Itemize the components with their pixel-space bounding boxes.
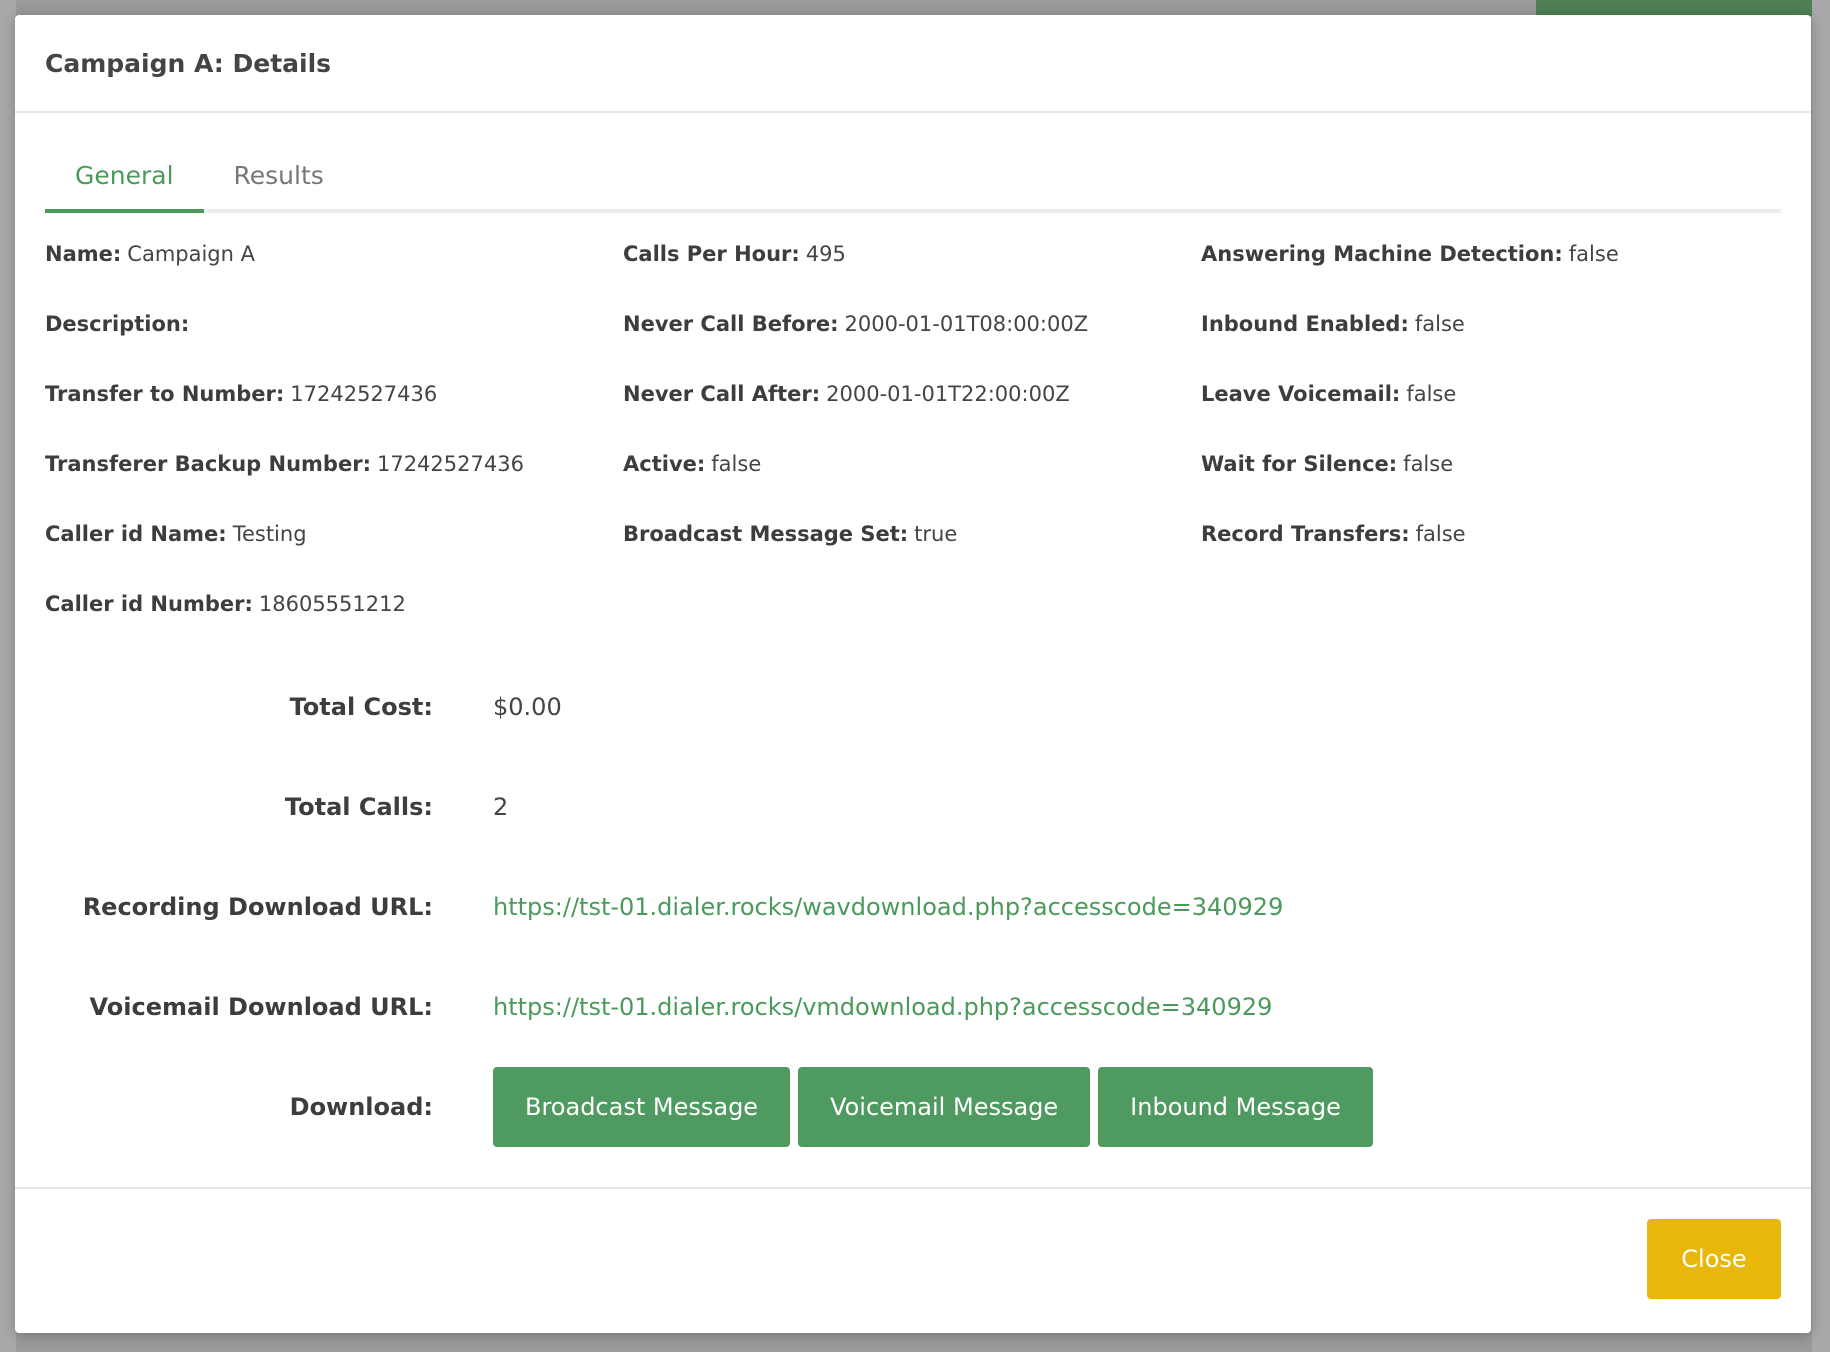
modal-header: Campaign A: Details: [15, 15, 1811, 113]
detail-calls-per-hour: Calls Per Hour: 495: [623, 219, 1201, 289]
detail-transferer-backup-number: Transferer Backup Number: 17242527436: [45, 429, 623, 499]
detail-label: Inbound Enabled:: [1201, 312, 1409, 336]
broadcast-message-button[interactable]: Broadcast Message: [493, 1067, 791, 1147]
detail-label: Never Call Before:: [623, 312, 839, 336]
detail-wait-for-silence: Wait for Silence: false: [1201, 429, 1779, 499]
detail-value: true: [914, 522, 958, 546]
detail-value: false: [1415, 522, 1466, 546]
total-cost-value: $0.00: [493, 693, 562, 721]
empty-cell: [1201, 569, 1779, 639]
detail-value: 17242527436: [290, 382, 438, 406]
detail-label: Calls Per Hour:: [623, 242, 800, 266]
close-button[interactable]: Close: [1647, 1219, 1781, 1299]
detail-label: Description:: [45, 312, 190, 336]
tab-bar: General Results: [45, 141, 1781, 213]
detail-label: Transferer Backup Number:: [45, 452, 371, 476]
detail-never-call-before: Never Call Before: 2000-01-01T08:00:00Z: [623, 289, 1201, 359]
detail-inbound-enabled: Inbound Enabled: false: [1201, 289, 1779, 359]
detail-label: Wait for Silence:: [1201, 452, 1398, 476]
total-calls-label: Total Calls:: [284, 793, 433, 821]
download-buttons: Broadcast Message Voicemail Message Inbo…: [493, 1067, 1373, 1147]
tab-general[interactable]: General: [45, 141, 204, 213]
detail-value: Campaign A: [127, 242, 255, 266]
detail-label: Active:: [623, 452, 706, 476]
modal-footer: Close: [15, 1187, 1811, 1333]
modal-title: Campaign A: Details: [45, 48, 332, 78]
detail-description: Description:: [45, 289, 623, 359]
summary-section: Total Cost: $0.00 Total Calls: 2 Recordi…: [15, 657, 1811, 1157]
detail-caller-id-name: Caller id Name: Testing: [45, 499, 623, 569]
detail-value: 495: [805, 242, 846, 266]
inbound-message-button[interactable]: Inbound Message: [1098, 1067, 1373, 1147]
voicemail-url-label: Voicemail Download URL:: [89, 993, 433, 1021]
detail-value: 2000-01-01T08:00:00Z: [844, 312, 1089, 336]
detail-answering-machine-detection: Answering Machine Detection: false: [1201, 219, 1779, 289]
download-row: Download: Broadcast Message Voicemail Me…: [15, 1057, 1811, 1157]
total-calls-row: Total Calls: 2: [15, 757, 1811, 857]
detail-value: false: [1406, 382, 1457, 406]
voicemail-message-button[interactable]: Voicemail Message: [798, 1067, 1091, 1147]
detail-label: Transfer to Number:: [45, 382, 285, 406]
background-left-panel: [0, 0, 16, 1352]
detail-name: Name: Campaign A: [45, 219, 623, 289]
recording-url-label: Recording Download URL:: [82, 893, 433, 921]
detail-value: false: [1414, 312, 1465, 336]
recording-download-link[interactable]: https://tst-01.dialer.rocks/wavdownload.…: [493, 893, 1283, 921]
detail-value: 17242527436: [376, 452, 524, 476]
detail-value: Testing: [232, 522, 307, 546]
campaign-details-modal: Campaign A: Details General Results Name…: [15, 15, 1811, 1333]
detail-value: false: [711, 452, 762, 476]
background-right-panel: [1812, 0, 1830, 1352]
detail-label: Caller id Name:: [45, 522, 227, 546]
detail-never-call-after: Never Call After: 2000-01-01T22:00:00Z: [623, 359, 1201, 429]
download-label: Download:: [289, 1093, 433, 1121]
detail-label: Never Call After:: [623, 382, 821, 406]
details-grid: Name: Campaign A Calls Per Hour: 495 Answe…: [45, 219, 1781, 639]
total-calls-value: 2: [493, 793, 509, 821]
total-cost-row: Total Cost: $0.00: [15, 657, 1811, 757]
detail-record-transfers: Record Transfers: false: [1201, 499, 1779, 569]
detail-value: 18605551212: [258, 592, 406, 616]
detail-value: false: [1403, 452, 1454, 476]
voicemail-download-link[interactable]: https://tst-01.dialer.rocks/vmdownload.p…: [493, 993, 1272, 1021]
detail-label: Caller id Number:: [45, 592, 253, 616]
recording-url-row: Recording Download URL: https://tst-01.d…: [15, 857, 1811, 957]
detail-leave-voicemail: Leave Voicemail: false: [1201, 359, 1779, 429]
detail-label: Answering Machine Detection:: [1201, 242, 1563, 266]
detail-transfer-to-number: Transfer to Number: 17242527436: [45, 359, 623, 429]
detail-value: 2000-01-01T22:00:00Z: [826, 382, 1070, 406]
detail-active: Active: false: [623, 429, 1201, 499]
total-cost-label: Total Cost:: [289, 693, 433, 721]
detail-broadcast-message-set: Broadcast Message Set: true: [623, 499, 1201, 569]
detail-label: Record Transfers:: [1201, 522, 1410, 546]
background-header-strip: [1536, 0, 1830, 16]
voicemail-url-row: Voicemail Download URL: https://tst-01.d…: [15, 957, 1811, 1057]
tab-results[interactable]: Results: [204, 141, 354, 209]
detail-label: Leave Voicemail:: [1201, 382, 1401, 406]
detail-label: Broadcast Message Set:: [623, 522, 909, 546]
detail-value: false: [1568, 242, 1619, 266]
detail-caller-id-number: Caller id Number: 18605551212: [45, 569, 623, 639]
detail-label: Name:: [45, 242, 122, 266]
empty-cell: [623, 569, 1201, 639]
